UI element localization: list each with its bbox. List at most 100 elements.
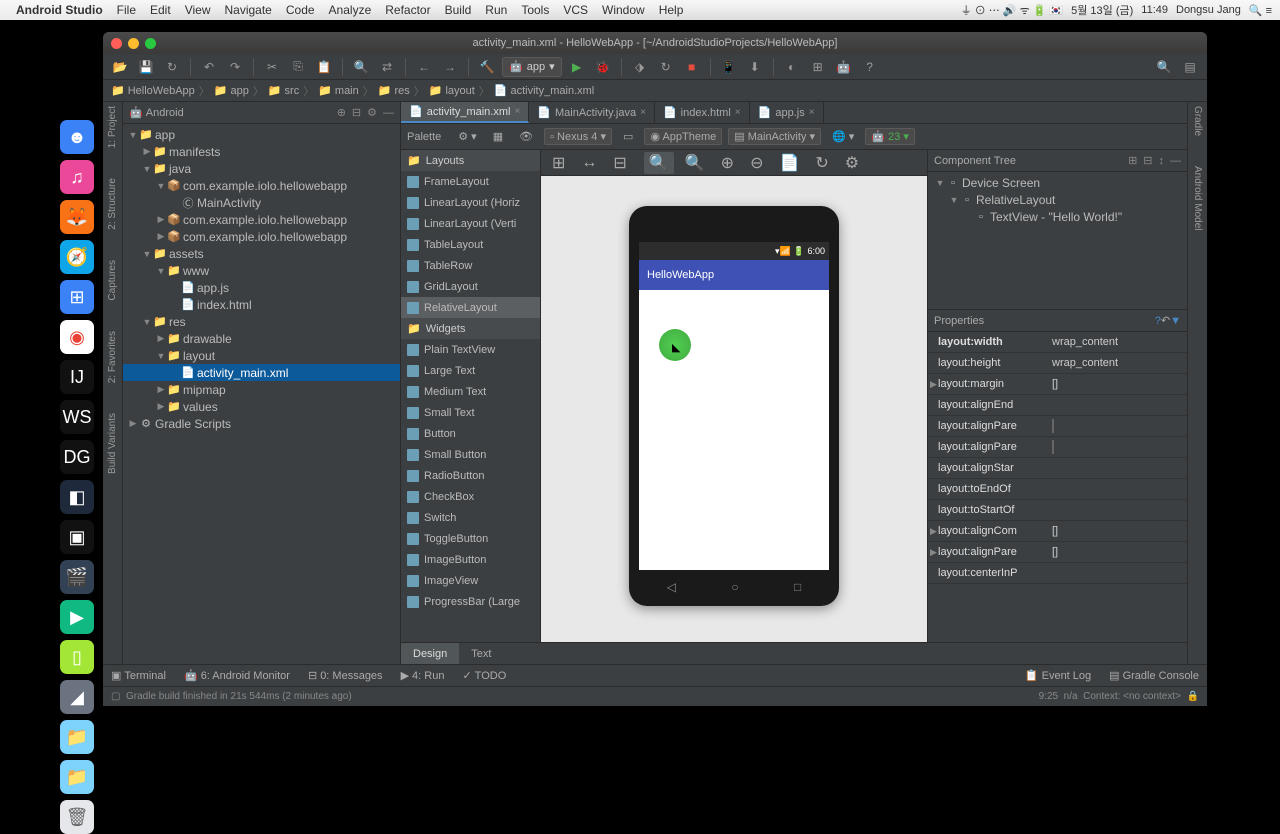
tree-row[interactable]: ▶⚙Gradle Scripts bbox=[123, 415, 400, 432]
save-icon[interactable]: 💾 bbox=[135, 56, 157, 78]
palette-item[interactable]: ProgressBar (Large bbox=[401, 591, 540, 612]
menubar-time[interactable]: 11:49 bbox=[1141, 4, 1168, 16]
palette-category[interactable]: 📁 Layouts bbox=[401, 150, 540, 171]
dock-android2-icon[interactable]: ▯ bbox=[60, 640, 94, 674]
api-selector[interactable]: 🤖 23 ▾ bbox=[865, 128, 915, 145]
close-icon[interactable]: × bbox=[640, 107, 646, 118]
scroll-from-source-icon[interactable]: ⊕ bbox=[337, 106, 346, 119]
menu-tools[interactable]: Tools bbox=[521, 3, 549, 17]
refresh-icon[interactable]: 📄 bbox=[774, 152, 804, 174]
menu-help[interactable]: Help bbox=[659, 3, 684, 17]
sdk-icon[interactable]: ⬇ bbox=[744, 56, 766, 78]
dock-movie-icon[interactable]: 🎬 bbox=[60, 560, 94, 594]
property-row[interactable]: layout:toEndOf bbox=[928, 479, 1187, 500]
property-row[interactable]: layout:centerInP bbox=[928, 563, 1187, 584]
hide-icon[interactable]: — bbox=[383, 107, 394, 119]
component-tree-row[interactable]: ▫TextView - "Hello World!" bbox=[930, 208, 1185, 225]
tab-design[interactable]: Design bbox=[401, 643, 459, 664]
editor-tab[interactable]: 📄index.html× bbox=[655, 102, 750, 123]
open-icon[interactable]: 📂 bbox=[109, 56, 131, 78]
run-icon[interactable]: ▶ bbox=[566, 56, 588, 78]
eye-icon[interactable]: 👁 bbox=[514, 129, 538, 144]
orientation-icon[interactable]: ▭ bbox=[618, 129, 638, 144]
dock-folder2-icon[interactable]: 📁 bbox=[60, 760, 94, 794]
dock-webstorm-icon[interactable]: WS bbox=[60, 400, 94, 434]
property-row[interactable]: layout:toStartOf bbox=[928, 500, 1187, 521]
tool-gradle-console[interactable]: ▤ Gradle Console bbox=[1109, 669, 1199, 682]
dock-terminal-icon[interactable]: ▣ bbox=[60, 520, 94, 554]
app-menu[interactable]: Android Studio bbox=[16, 3, 103, 17]
tool-android-monitor[interactable]: 🤖 6: Android Monitor bbox=[184, 669, 290, 682]
dock-itunes-icon[interactable]: ♫ bbox=[60, 160, 94, 194]
tree-row[interactable]: ▼📁java bbox=[123, 160, 400, 177]
settings-icon[interactable]: ▤ bbox=[1179, 56, 1201, 78]
rail-captures[interactable]: Captures bbox=[107, 260, 118, 301]
property-row[interactable]: layout:widthwrap_content bbox=[928, 332, 1187, 353]
editor-tab[interactable]: 📄MainActivity.java× bbox=[529, 102, 655, 123]
palette-item[interactable]: FrameLayout bbox=[401, 171, 540, 192]
tree-row[interactable]: ▼📦com.example.iolo.hellowebapp bbox=[123, 177, 400, 194]
restart-icon[interactable]: ↻ bbox=[655, 56, 677, 78]
crumb-layout[interactable]: 📁 layout bbox=[429, 84, 475, 97]
dock-datagrip-icon[interactable]: DG bbox=[60, 440, 94, 474]
hide-icon[interactable]: — bbox=[1170, 155, 1181, 167]
tool-terminal[interactable]: ▣ Terminal bbox=[111, 669, 166, 682]
avd-icon[interactable]: 📱 bbox=[718, 56, 740, 78]
back-icon[interactable]: ← bbox=[413, 56, 435, 78]
rail-favorites[interactable]: 2: Favorites bbox=[107, 331, 118, 383]
palette-item[interactable]: ImageView bbox=[401, 570, 540, 591]
close-window-icon[interactable] bbox=[111, 38, 122, 49]
zoom-in-icon[interactable]: ⊖ bbox=[745, 152, 768, 174]
tab-text[interactable]: Text bbox=[459, 643, 503, 664]
crumb-src[interactable]: 📁 src bbox=[268, 84, 299, 97]
zoom-fit-icon[interactable]: 🔍 bbox=[644, 152, 674, 174]
palette-item[interactable]: Small Button bbox=[401, 444, 540, 465]
palette-item[interactable]: Medium Text bbox=[401, 381, 540, 402]
zoom-100-icon[interactable]: ⊕ bbox=[716, 152, 739, 174]
crumb-project[interactable]: 📁 HelloWebApp bbox=[111, 84, 195, 97]
palette-item[interactable]: LinearLayout (Horiz bbox=[401, 192, 540, 213]
zoom-out-icon[interactable]: 🔍 bbox=[680, 152, 710, 174]
palette-item[interactable]: RadioButton bbox=[401, 465, 540, 486]
cut-icon[interactable]: ✂ bbox=[261, 56, 283, 78]
dock-folder-icon[interactable]: 📁 bbox=[60, 720, 94, 754]
tree-row[interactable]: 📄app.js bbox=[123, 279, 400, 296]
tree-row[interactable]: ▶📁manifests bbox=[123, 143, 400, 160]
refresh-icon[interactable]: ↻ bbox=[810, 152, 833, 174]
dock-finder-icon[interactable]: ☻ bbox=[60, 120, 94, 154]
menu-file[interactable]: File bbox=[117, 3, 136, 17]
dock-app-icon[interactable]: ⊞ bbox=[60, 280, 94, 314]
search-icon[interactable]: 🔍 bbox=[1153, 56, 1175, 78]
editor-tab[interactable]: 📄activity_main.xml× bbox=[401, 102, 529, 123]
debug-icon[interactable]: 🐞 bbox=[592, 56, 614, 78]
property-row[interactable]: layout:alignStar bbox=[928, 458, 1187, 479]
filter-icon[interactable]: ▼ bbox=[1170, 315, 1181, 327]
component-tree-row[interactable]: ▼▫RelativeLayout bbox=[930, 191, 1185, 208]
tree-row[interactable]: ▼📁res bbox=[123, 313, 400, 330]
property-row[interactable]: ▶layout:alignCom[] bbox=[928, 521, 1187, 542]
gear-icon[interactable]: ⚙ bbox=[367, 106, 377, 119]
theme-selector[interactable]: ◉ AppTheme bbox=[644, 128, 722, 145]
rail-android-model[interactable]: Android Model bbox=[1192, 166, 1203, 230]
rail-gradle[interactable]: Gradle bbox=[1192, 106, 1203, 136]
gear-icon[interactable]: ⚙ bbox=[840, 152, 864, 174]
menu-view[interactable]: View bbox=[185, 3, 211, 17]
tool-run[interactable]: ▶ 4: Run bbox=[401, 669, 445, 682]
rail-build-variants[interactable]: Build Variants bbox=[107, 413, 118, 474]
project-view-selector[interactable]: Android bbox=[146, 107, 184, 119]
palette-category[interactable]: 📁 Widgets bbox=[401, 318, 540, 339]
toggle-tool-windows-icon[interactable]: ▢ bbox=[111, 691, 120, 702]
redo-icon[interactable]: ↷ bbox=[224, 56, 246, 78]
canvas-tool-icon[interactable]: ⊟ bbox=[608, 152, 631, 174]
palette-item[interactable]: ImageButton bbox=[401, 549, 540, 570]
expand-icon[interactable]: ⊞ bbox=[1128, 154, 1137, 167]
tool-event-log[interactable]: 📋 Event Log bbox=[1025, 669, 1091, 682]
menu-navigate[interactable]: Navigate bbox=[224, 3, 271, 17]
sync-icon[interactable]: ↻ bbox=[161, 56, 183, 78]
locale-icon[interactable]: 🌐 ▾ bbox=[827, 129, 859, 144]
palette-item[interactable]: Switch bbox=[401, 507, 540, 528]
crumb-file[interactable]: 📄 activity_main.xml bbox=[494, 84, 594, 97]
palette-item[interactable]: Button bbox=[401, 423, 540, 444]
menubar-date[interactable]: 5월 13일 (금) bbox=[1071, 2, 1133, 18]
property-row[interactable]: ▶layout:alignPare[] bbox=[928, 542, 1187, 563]
